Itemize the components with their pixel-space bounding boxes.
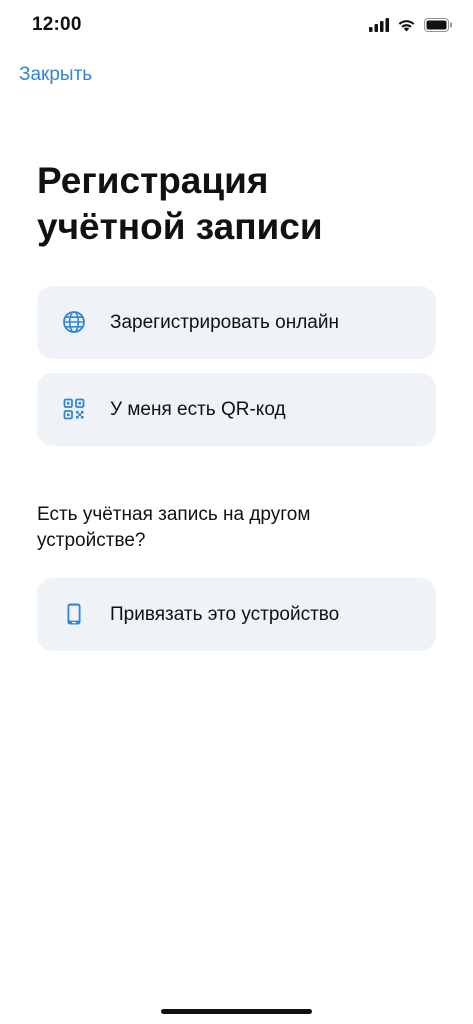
register-online-button[interactable]: Зарегистрировать онлайн xyxy=(37,286,436,359)
status-time: 12:00 xyxy=(32,14,82,35)
page-title-line-2: учётной записи xyxy=(37,206,323,247)
close-button[interactable]: Закрыть xyxy=(19,64,92,86)
status-icons xyxy=(369,18,453,32)
qr-code-icon xyxy=(63,398,85,420)
globe-icon xyxy=(63,311,85,333)
home-indicator[interactable] xyxy=(161,1009,312,1014)
cellular-signal-icon xyxy=(369,18,389,32)
qr-code-label: У меня есть QR-код xyxy=(110,399,286,420)
other-device-question: Есть учётная запись на другом устройстве… xyxy=(37,504,311,551)
status-bar: 12:00 xyxy=(0,0,473,54)
link-device-button[interactable]: Привязать это устройство xyxy=(37,578,436,651)
page-title-line-1: Регистрация xyxy=(37,160,269,201)
register-online-label: Зарегистрировать онлайн xyxy=(110,312,339,333)
smartphone-icon xyxy=(67,603,81,625)
link-device-label: Привязать это устройство xyxy=(110,604,340,625)
page-title: Регистрация учётной записи xyxy=(37,158,437,250)
battery-icon xyxy=(424,18,452,32)
wifi-icon xyxy=(398,20,415,32)
qr-code-button[interactable]: У меня есть QR-код xyxy=(37,373,436,446)
